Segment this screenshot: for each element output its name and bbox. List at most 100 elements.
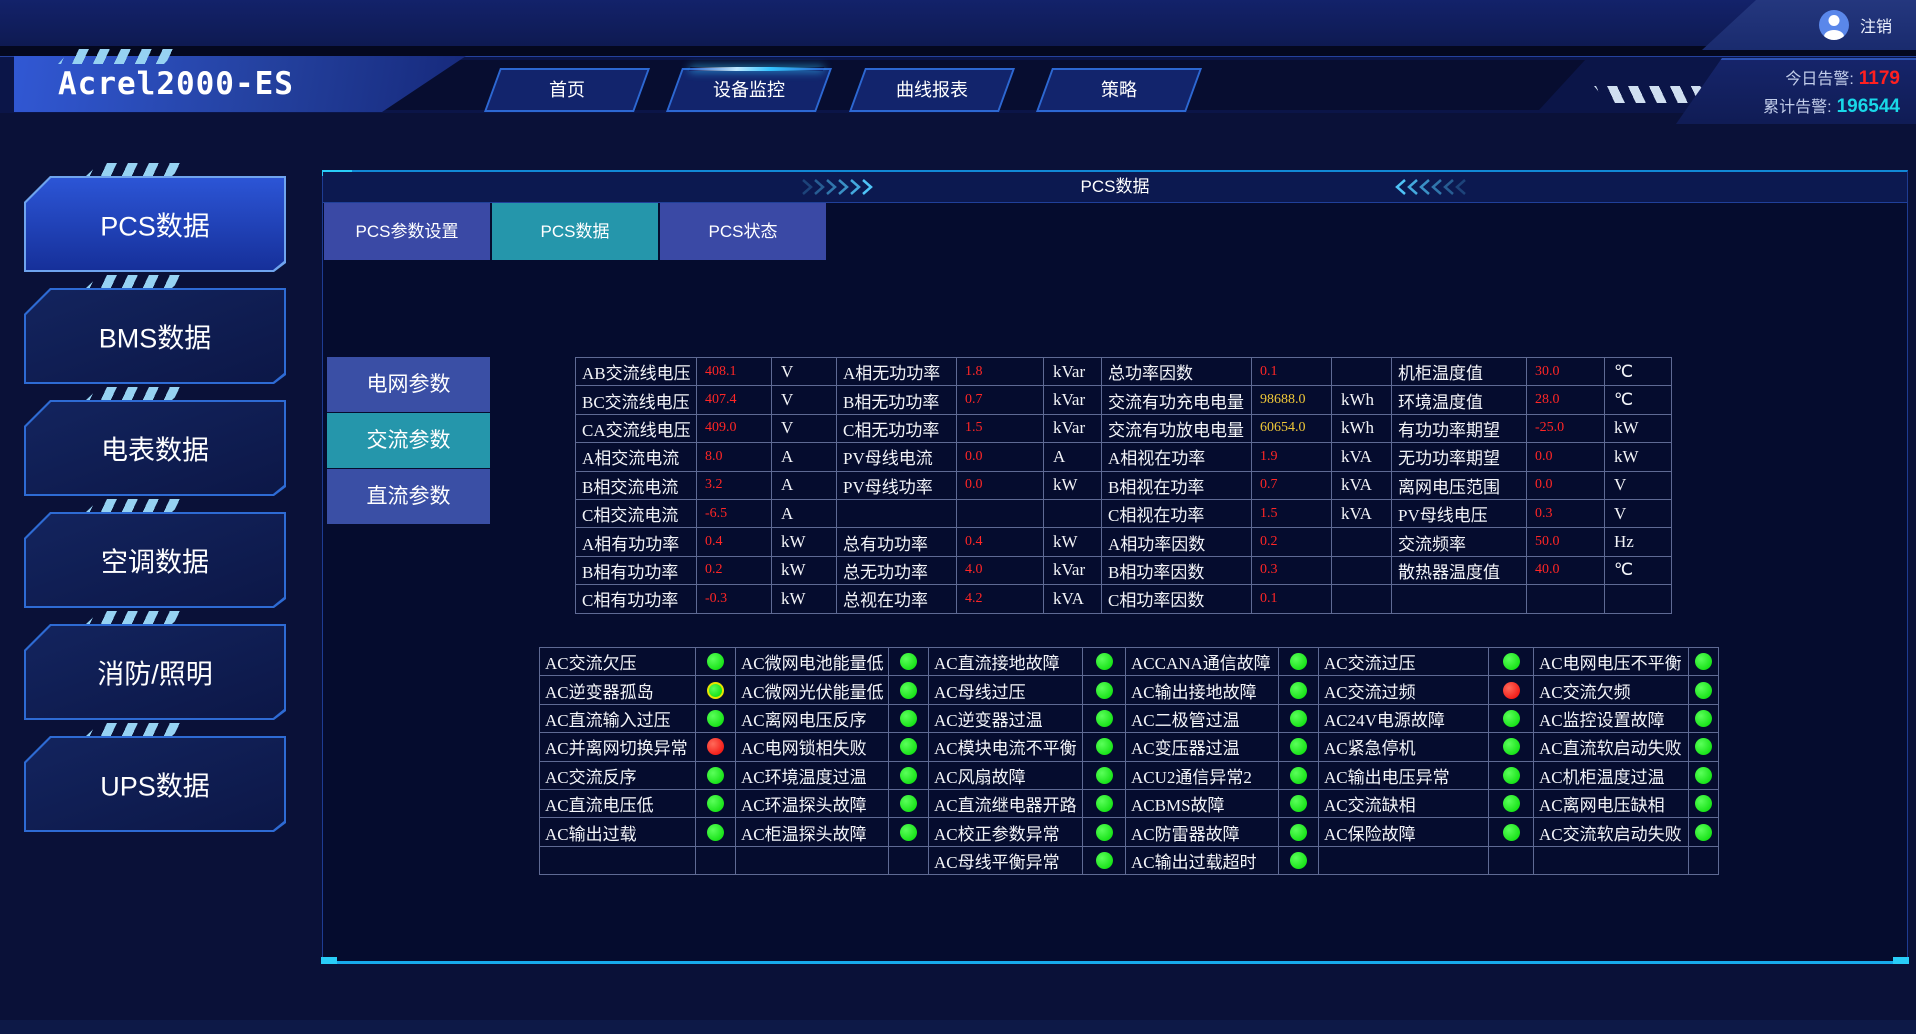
sidebar-item-label: PCS数据 bbox=[24, 205, 286, 244]
status-label: AC24V电源故障 bbox=[1319, 705, 1489, 733]
top-bar bbox=[0, 0, 1916, 56]
status-label bbox=[736, 847, 889, 875]
status-indicator-green bbox=[900, 738, 917, 755]
status-indicator-green bbox=[1290, 710, 1307, 727]
param-label: B相无功功率 bbox=[837, 386, 957, 414]
param-value: -25.0 bbox=[1527, 415, 1605, 443]
status-indicator-cell bbox=[1489, 847, 1534, 875]
param-unit: A bbox=[772, 500, 837, 528]
panel-corner-accent bbox=[321, 957, 337, 964]
status-label: AC输出过载超时 bbox=[1126, 847, 1279, 875]
status-indicator-cell bbox=[1083, 705, 1126, 733]
param-unit: kVA bbox=[1332, 443, 1392, 471]
param-value: 3.2 bbox=[697, 472, 772, 500]
status-indicator-green bbox=[1503, 738, 1520, 755]
param-label: BC交流线电压 bbox=[576, 386, 697, 414]
sidebar-item-label: 空调数据 bbox=[24, 541, 286, 580]
panel-tab-3[interactable]: PCS状态 bbox=[660, 203, 826, 260]
status-indicator-green bbox=[1290, 653, 1307, 670]
status-label: AC环温探头故障 bbox=[736, 790, 889, 818]
status-indicator-green bbox=[900, 795, 917, 812]
nav-tab-4[interactable]: 策略 bbox=[1036, 68, 1202, 112]
param-value: 0.1 bbox=[1252, 358, 1332, 386]
param-unit: kVA bbox=[1044, 585, 1102, 613]
param-value: 30.0 bbox=[1527, 358, 1605, 386]
status-label: AC交流欠压 bbox=[540, 648, 696, 676]
status-label: AC并离网切换异常 bbox=[540, 733, 696, 761]
status-indicator-cell bbox=[696, 733, 736, 761]
panel-tab-2[interactable]: PCS数据 bbox=[492, 203, 658, 260]
sidebar-item-2[interactable]: BMS数据 bbox=[24, 288, 286, 384]
status-indicator-cell bbox=[696, 676, 736, 704]
nav-tab-2[interactable]: 设备监控 bbox=[666, 68, 832, 112]
sidebar-item-3[interactable]: 电表数据 bbox=[24, 400, 286, 496]
param-label: 总有功功率 bbox=[837, 528, 957, 556]
status-indicator-green bbox=[707, 824, 724, 841]
param-value: 0.2 bbox=[697, 557, 772, 585]
status-indicator-cell bbox=[1689, 733, 1719, 761]
param-value: 0.7 bbox=[957, 386, 1044, 414]
status-indicator-cell bbox=[1279, 762, 1319, 790]
status-label bbox=[540, 847, 696, 875]
status-indicator-cell bbox=[696, 762, 736, 790]
sidebar-item-label: 消防/照明 bbox=[24, 653, 286, 692]
nav-tab-label: 曲线报表 bbox=[859, 70, 1005, 110]
status-label: AC离网电压缺相 bbox=[1534, 790, 1689, 818]
pcs-panel: PCS数据 PCS参数设置PCS数据PCS状态 电网参数交流参数直流参数 AB交… bbox=[322, 170, 1908, 964]
param-unit: kVar bbox=[1044, 557, 1102, 585]
sidebar-item-5[interactable]: 消防/照明 bbox=[24, 624, 286, 720]
submenu-item-3[interactable]: 直流参数 bbox=[327, 469, 490, 524]
submenu-item-2[interactable]: 交流参数 bbox=[327, 413, 490, 468]
panel-corner-accent bbox=[1893, 957, 1909, 964]
status-label: AC输出电压异常 bbox=[1319, 762, 1489, 790]
status-indicator-green bbox=[900, 682, 917, 699]
sidebar-stripes-decoration bbox=[86, 387, 186, 400]
status-indicator-green bbox=[900, 710, 917, 727]
param-label: B相交流电流 bbox=[576, 472, 697, 500]
param-label: 有功功率期望 bbox=[1392, 415, 1527, 443]
param-value: 28.0 bbox=[1527, 386, 1605, 414]
status-indicator-cell bbox=[1489, 733, 1534, 761]
param-label: C相有功功率 bbox=[576, 585, 697, 613]
status-indicator-cell bbox=[696, 790, 736, 818]
status-indicator-cell bbox=[1689, 676, 1719, 704]
status-label: AC风扇故障 bbox=[929, 762, 1083, 790]
status-indicator-green bbox=[1096, 795, 1113, 812]
submenu-item-1[interactable]: 电网参数 bbox=[327, 357, 490, 412]
status-indicator-cell bbox=[1083, 790, 1126, 818]
param-label: 散热器温度值 bbox=[1392, 557, 1527, 585]
status-indicator-green bbox=[1695, 738, 1712, 755]
status-label: AC母线过压 bbox=[929, 676, 1083, 704]
status-indicator-cell bbox=[696, 847, 736, 875]
status-indicator-cell bbox=[1489, 676, 1534, 704]
app-logo: Acrel2000-ES bbox=[58, 66, 294, 102]
param-value: 1.8 bbox=[957, 358, 1044, 386]
param-label: B相视在功率 bbox=[1102, 472, 1252, 500]
param-label: 交流有功放电电量 bbox=[1102, 415, 1252, 443]
sidebar-item-6[interactable]: UPS数据 bbox=[24, 736, 286, 832]
status-indicator-green bbox=[900, 824, 917, 841]
panel-tab-1[interactable]: PCS参数设置 bbox=[324, 203, 490, 260]
nav-tab-1[interactable]: 首页 bbox=[484, 68, 650, 112]
param-unit bbox=[1605, 585, 1672, 613]
status-label: AC离网电压反序 bbox=[736, 705, 889, 733]
nav-tab-3[interactable]: 曲线报表 bbox=[849, 68, 1015, 112]
param-value: 60654.0 bbox=[1252, 415, 1332, 443]
status-label: AC交流欠频 bbox=[1534, 676, 1689, 704]
status-indicator-cell bbox=[1083, 648, 1126, 676]
sidebar-item-1[interactable]: PCS数据 bbox=[24, 176, 286, 272]
param-value: 4.0 bbox=[957, 557, 1044, 585]
param-value: 1.9 bbox=[1252, 443, 1332, 471]
param-unit: V bbox=[1605, 500, 1672, 528]
sidebar-item-4[interactable]: 空调数据 bbox=[24, 512, 286, 608]
param-value: 40.0 bbox=[1527, 557, 1605, 585]
status-indicator-green bbox=[707, 767, 724, 784]
param-unit: A bbox=[1044, 443, 1102, 471]
param-unit: ℃ bbox=[1605, 386, 1672, 414]
status-indicator-cell bbox=[1083, 818, 1126, 846]
param-unit: A bbox=[772, 443, 837, 471]
param-label: A相无功功率 bbox=[837, 358, 957, 386]
param-value: 0.7 bbox=[1252, 472, 1332, 500]
param-unit: kWh bbox=[1332, 386, 1392, 414]
param-unit: V bbox=[1605, 472, 1672, 500]
